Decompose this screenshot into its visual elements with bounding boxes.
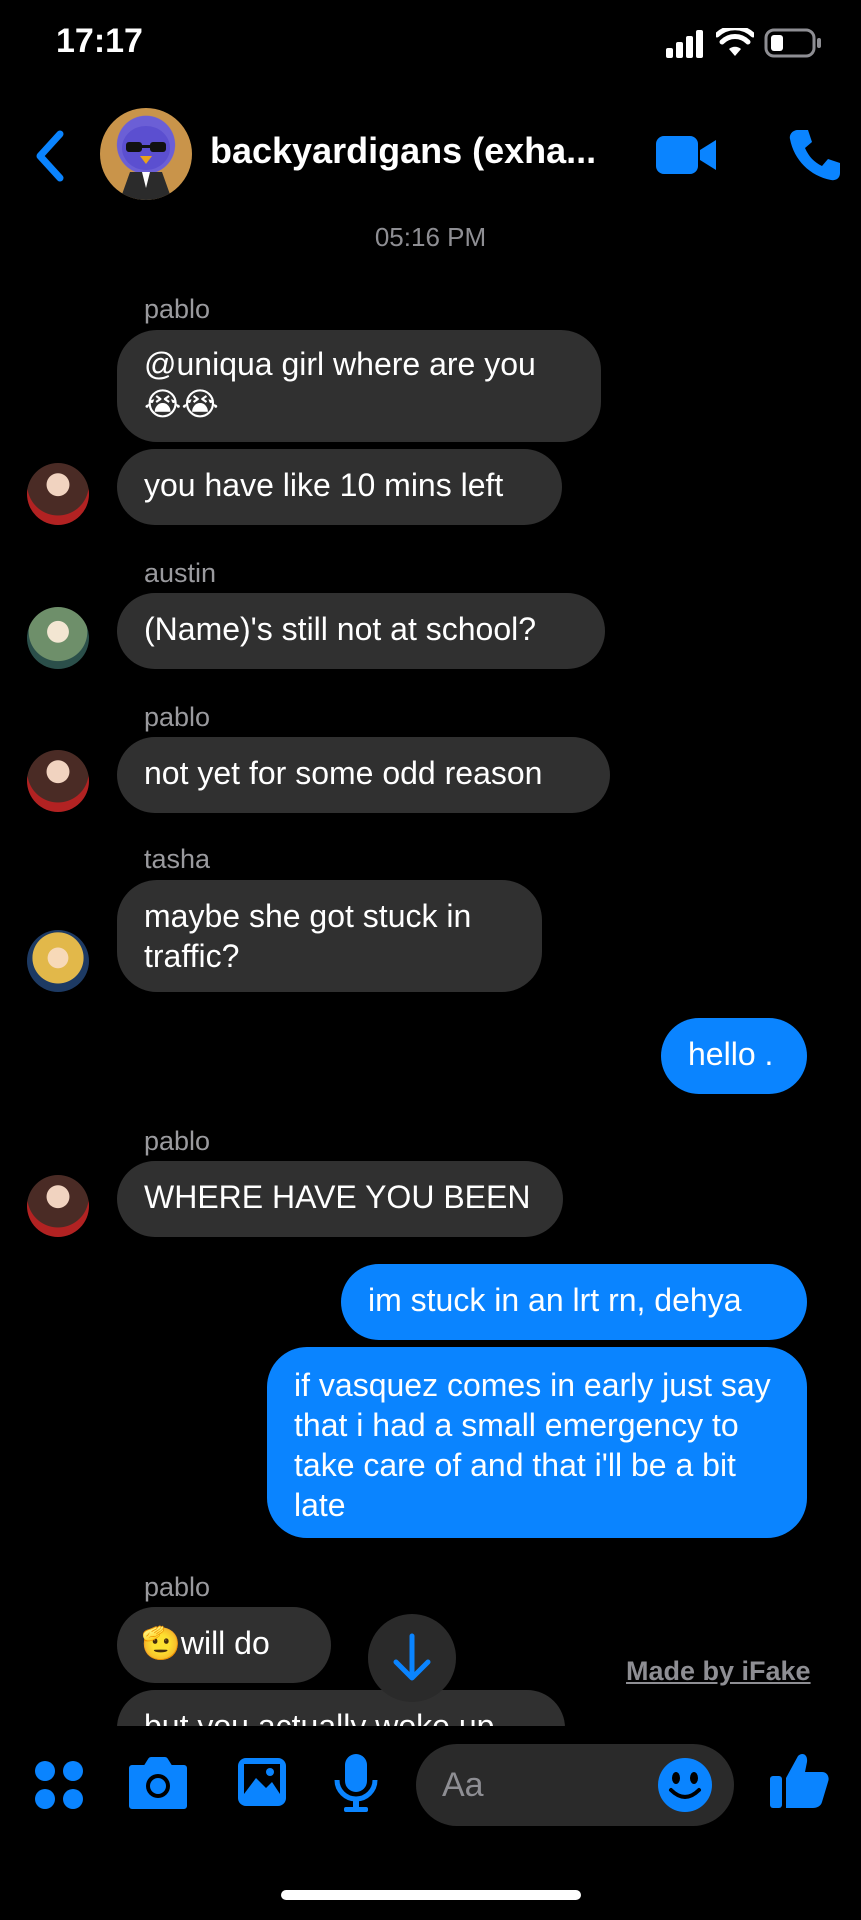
thumbs-up-icon[interactable] (768, 1750, 830, 1812)
avatar-tasha[interactable] (27, 930, 89, 992)
message-bubble[interactable]: maybe she got stuck in traffic? (117, 880, 542, 992)
message-text: im stuck in an lrt rn, dehya (368, 1282, 742, 1318)
sender-name: pablo (144, 702, 211, 732)
message-bubble[interactable]: you have like 10 mins left (117, 449, 562, 525)
battery-icon (764, 28, 821, 58)
wifi-icon (716, 28, 754, 56)
outgoing-message-bubble[interactable]: im stuck in an lrt rn, dehya (341, 1264, 807, 1340)
message-text: hello . (688, 1036, 774, 1072)
outgoing-message-bubble[interactable]: hello . (661, 1018, 807, 1094)
home-indicator (281, 1890, 581, 1900)
message-text: WHERE HAVE YOU BEEN (144, 1179, 531, 1215)
sender-name: tasha (144, 844, 211, 874)
avatar-pablo[interactable] (27, 750, 89, 812)
camera-icon[interactable] (128, 1756, 188, 1810)
sender-name: pablo (144, 1126, 211, 1156)
message-text: (Name)'s still not at school? (144, 611, 537, 647)
message-text: will do (180, 1625, 270, 1661)
avatar-austin[interactable] (27, 607, 89, 669)
message-bubble[interactable]: WHERE HAVE YOU BEEN (117, 1161, 563, 1237)
status-time: 17:17 (56, 22, 143, 60)
message-bubble[interactable]: not yet for some odd reason (117, 737, 610, 813)
arrow-down-icon (393, 1633, 431, 1681)
message-emoji: 😭😭 (144, 386, 219, 422)
message-text: not yet for some odd reason (144, 755, 543, 791)
emoji-icon[interactable] (656, 1756, 714, 1814)
sender-name: austin (144, 558, 217, 588)
message-timestamp: 05:16 PM (374, 222, 487, 252)
message-emoji: 🫡 (141, 1625, 181, 1661)
scroll-to-bottom-button[interactable] (368, 1614, 456, 1702)
microphone-icon[interactable] (332, 1752, 380, 1814)
sender-name: pablo (144, 294, 211, 324)
message-text: maybe she got stuck in traffic? (144, 898, 472, 974)
apps-grid-icon[interactable] (34, 1760, 84, 1810)
message-bubble[interactable]: (Name)'s still not at school? (117, 593, 605, 669)
back-chevron-icon[interactable] (30, 128, 70, 184)
message-bubble[interactable]: 🫡will do (117, 1607, 331, 1683)
message-text: if vasquez comes in early just say that … (294, 1367, 771, 1523)
image-icon[interactable] (236, 1756, 288, 1808)
phone-icon[interactable] (786, 126, 844, 184)
signal-icon (666, 30, 703, 58)
sender-name: pablo (144, 1572, 211, 1602)
group-avatar[interactable] (100, 108, 192, 200)
message-text: you have like 10 mins left (144, 467, 504, 503)
avatar-pablo[interactable] (27, 463, 89, 525)
message-text: @uniqua girl where are you (144, 346, 536, 382)
watermark: Made by iFake (626, 1656, 811, 1686)
conversation-title[interactable]: backyardigans (exha... (210, 130, 630, 172)
avatar-pablo[interactable] (27, 1175, 89, 1237)
message-input-placeholder: Aa (442, 1766, 484, 1804)
outgoing-message-bubble[interactable]: if vasquez comes in early just say that … (267, 1347, 807, 1538)
message-bubble[interactable]: @uniqua girl where are you 😭😭 (117, 330, 601, 442)
video-camera-icon[interactable] (656, 134, 718, 176)
